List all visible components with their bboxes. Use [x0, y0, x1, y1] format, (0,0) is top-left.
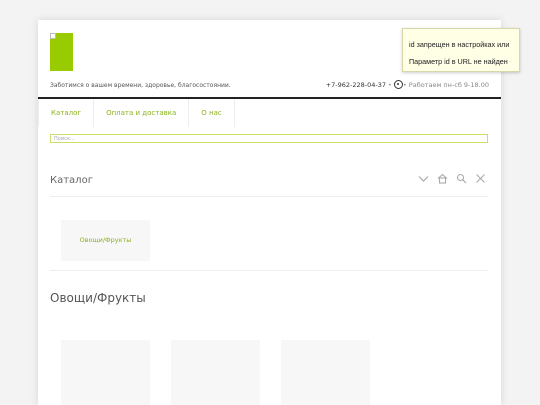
product-card[interactable] — [171, 340, 260, 405]
contact-info: +7-962-228-04-37 • • Работаем пн-сб 9-18… — [326, 80, 489, 89]
catalog-header: Каталог — [50, 170, 488, 197]
close-icon[interactable] — [475, 173, 486, 187]
main-nav: Каталог Оплата и доставка О нас — [38, 99, 235, 127]
category-card-vegetables-fruits[interactable]: Овощи/Фрукты — [61, 220, 150, 261]
tooltip-line-1: id запрещен в настройках или — [409, 40, 510, 49]
search-input[interactable] — [50, 134, 488, 143]
nav-item-payment-delivery[interactable]: Оплата и доставка — [94, 99, 190, 127]
broken-image-icon — [50, 33, 56, 39]
product-card[interactable] — [61, 340, 150, 405]
section-title: Овощи/Фрукты — [50, 291, 146, 305]
tooltip-line-2: Параметр id в URL не найден — [409, 57, 508, 66]
section-divider — [50, 270, 488, 271]
error-tooltip: id запрещен в настройках или Параметр id… — [402, 28, 520, 72]
chevron-down-icon[interactable] — [418, 173, 429, 187]
nav-item-about[interactable]: О нас — [189, 99, 235, 127]
product-card[interactable] — [281, 340, 370, 405]
page-container: Заботимся о вашем времени, здоровье, бла… — [38, 20, 501, 405]
separator: • — [388, 80, 392, 89]
catalog-toolbar — [418, 173, 486, 187]
nav-item-catalog[interactable]: Каталог — [38, 99, 95, 127]
logo-image[interactable] — [50, 33, 73, 71]
site-tagline: Заботимся о вашем времени, здоровье, бла… — [50, 82, 231, 89]
whatsapp-icon[interactable] — [393, 80, 403, 89]
phone-number[interactable]: +7-962-228-04-37 — [326, 81, 386, 89]
search-icon[interactable] — [456, 173, 467, 187]
catalog-title: Каталог — [50, 175, 93, 186]
home-icon[interactable] — [437, 173, 448, 187]
working-hours: • Работаем пн-сб 9-18.00 — [402, 80, 489, 89]
